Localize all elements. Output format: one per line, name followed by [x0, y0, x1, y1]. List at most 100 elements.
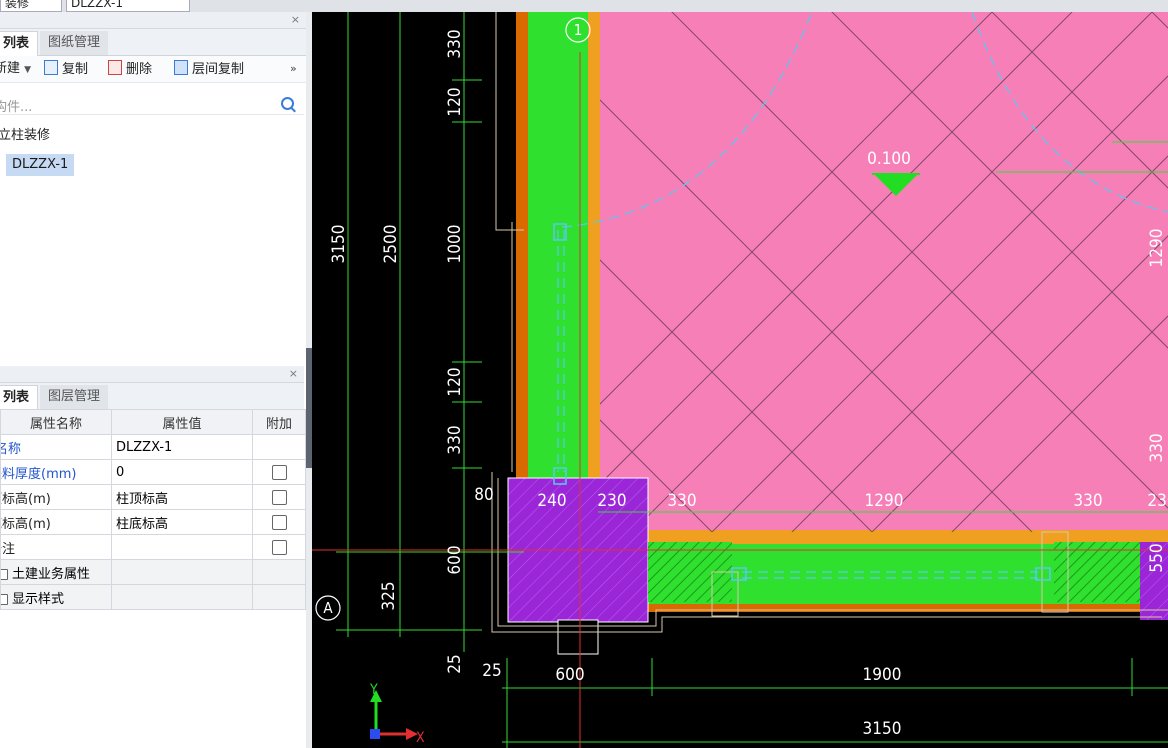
copy-button[interactable]: 复制: [44, 60, 88, 78]
svg-text:1290: 1290: [1147, 229, 1167, 268]
copy-icon: [44, 60, 58, 75]
room-plan[interactable]: [352, 12, 1168, 655]
component-tabs: 列表 图纸管理: [0, 29, 306, 56]
floor-type-combo[interactable]: 装修: [0, 0, 62, 12]
column-header: 属性名称: [0, 409, 112, 435]
search-icon[interactable]: [281, 97, 294, 110]
property-value[interactable]: 柱底标高: [111, 509, 253, 535]
tab-property-list[interactable]: 列表: [0, 385, 39, 410]
property-group[interactable]: 土建业务属性: [0, 559, 112, 585]
table-row-group[interactable]: 土建业务属性: [0, 559, 306, 585]
svg-text:330: 330: [445, 29, 465, 58]
property-extra: [252, 434, 306, 460]
top-toolbar-strip: 装修 DLZZX-1: [0, 0, 1168, 12]
property-value[interactable]: [111, 534, 253, 560]
svg-text:80: 80: [474, 485, 493, 505]
property-name: 名称: [0, 434, 112, 460]
component-toolbar: 新建 ▼ 复制 删除 层间复制 »: [0, 56, 306, 83]
elevation-text: 0.100: [867, 149, 911, 169]
svg-text:25: 25: [445, 654, 465, 673]
svg-text:230: 230: [1147, 491, 1168, 511]
floor-copy-button[interactable]: 层间复制: [174, 60, 244, 78]
new-button[interactable]: 新建 ▼: [0, 60, 31, 78]
property-extra: [252, 509, 306, 535]
property-table: 属性名称 属性值 附加 名称 DLZZX-1 块料厚度(mm) 0 顶标高(m)…: [0, 409, 306, 610]
table-row[interactable]: 备注: [0, 534, 306, 560]
property-extra: [252, 484, 306, 510]
component-search[interactable]: 构件...: [0, 94, 304, 115]
property-value: [111, 584, 253, 610]
delete-button[interactable]: 删除: [108, 60, 152, 78]
drawing-canvas[interactable]: 1 A 0.100 330 120 1000 120 330 3150 2500…: [312, 12, 1168, 748]
tab-component-list[interactable]: 列表: [0, 31, 39, 56]
svg-text:3150: 3150: [863, 719, 902, 739]
svg-text:330: 330: [1073, 491, 1102, 511]
table-row[interactable]: 块料厚度(mm) 0: [0, 459, 306, 485]
close-icon[interactable]: ×: [291, 12, 300, 28]
column-header: 属性值: [111, 409, 253, 435]
floor-copy-label: 层间复制: [192, 62, 245, 77]
component-panel-header: ×: [0, 12, 306, 29]
property-extra: [252, 584, 306, 610]
svg-text:3150: 3150: [329, 225, 349, 264]
orange-finish: [588, 528, 1168, 544]
property-value[interactable]: 0: [111, 459, 253, 485]
property-extra: [252, 559, 306, 585]
tab-layer-management[interactable]: 图层管理: [40, 385, 109, 409]
property-name: 备注: [0, 534, 112, 560]
svg-text:1290: 1290: [865, 491, 904, 511]
tree-root-item[interactable]: 立柱装修: [0, 124, 50, 143]
svg-text:1900: 1900: [863, 665, 902, 685]
copy-label: 复制: [62, 62, 89, 77]
axis-label-a: A: [323, 599, 333, 617]
property-name: 顶标高(m): [0, 484, 112, 510]
svg-text:550: 550: [1147, 543, 1167, 572]
orange-finish: [588, 12, 602, 544]
axis-label-1: 1: [574, 21, 583, 39]
ucs-icon: Y X: [369, 682, 425, 746]
checkbox[interactable]: [271, 514, 287, 530]
wall-hatch: [1054, 542, 1140, 602]
property-name: 底标高(m): [0, 509, 112, 535]
table-row[interactable]: 顶标高(m) 柱顶标高: [0, 484, 306, 510]
svg-text:240: 240: [537, 491, 566, 511]
checkbox[interactable]: [271, 464, 287, 480]
expand-icon[interactable]: [1, 568, 8, 580]
tree-item-selected[interactable]: DLZZX-1: [6, 154, 75, 176]
property-value[interactable]: 柱顶标高: [111, 484, 253, 510]
property-extra: [252, 534, 306, 560]
property-panel-header: ×: [0, 366, 304, 383]
tab-drawing-management[interactable]: 图纸管理: [40, 31, 109, 55]
property-extra: [252, 459, 306, 485]
coord-y-label: Y: [369, 682, 378, 698]
search-input[interactable]: 构件...: [0, 96, 32, 115]
checkbox[interactable]: [271, 489, 287, 505]
chevron-down-icon: ▼: [24, 65, 32, 75]
property-tabs: 列表 图层管理: [0, 383, 304, 410]
property-value: [111, 559, 253, 585]
property-value[interactable]: DLZZX-1: [111, 434, 253, 460]
expand-icon[interactable]: [1, 593, 8, 605]
table-row-group[interactable]: 显示样式: [0, 584, 306, 610]
svg-text:330: 330: [667, 491, 696, 511]
table-row[interactable]: 底标高(m) 柱底标高: [0, 509, 306, 535]
close-icon[interactable]: ×: [289, 366, 298, 382]
property-group[interactable]: 显示样式: [0, 584, 112, 610]
new-label: 新建: [0, 61, 21, 76]
checkbox[interactable]: [271, 539, 287, 555]
svg-text:325: 325: [379, 581, 399, 610]
coord-x-label: X: [416, 730, 425, 746]
column-header: 附加: [252, 409, 306, 435]
layers-icon: [174, 60, 188, 75]
group-label: 显示样式: [12, 591, 65, 607]
component-combo[interactable]: DLZZX-1: [66, 0, 190, 12]
table-row[interactable]: 名称 DLZZX-1: [0, 434, 306, 460]
svg-text:2500: 2500: [381, 225, 401, 264]
delete-icon: [108, 60, 122, 75]
group-label: 土建业务属性: [12, 566, 91, 582]
svg-text:120: 120: [445, 87, 465, 116]
footing-outline: [557, 619, 599, 655]
overflow-icon[interactable]: »: [290, 60, 297, 78]
svg-text:25: 25: [482, 661, 501, 681]
property-name: 块料厚度(mm): [0, 459, 112, 485]
